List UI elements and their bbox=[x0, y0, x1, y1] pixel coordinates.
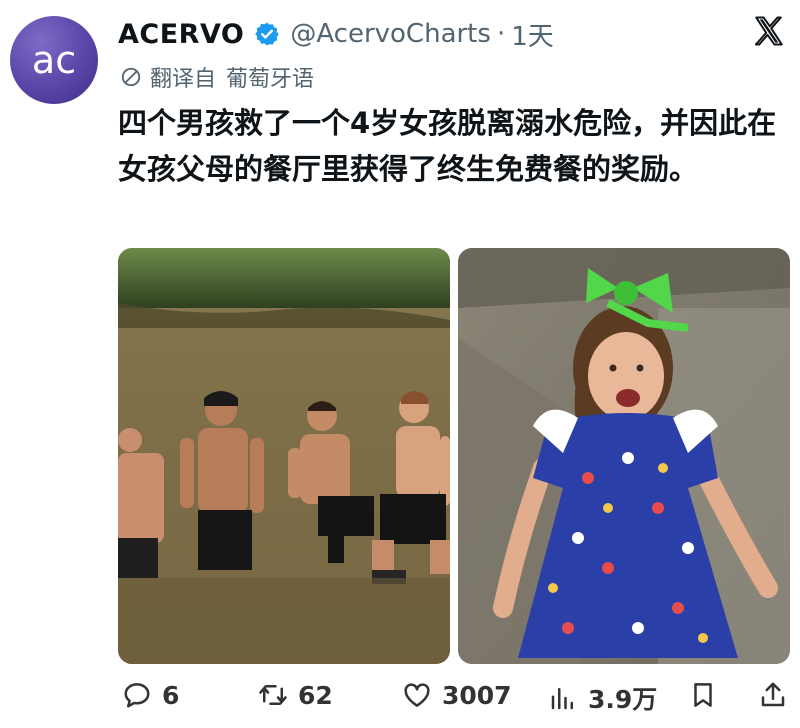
translation-info[interactable]: 翻译自 葡萄牙语 bbox=[120, 62, 314, 92]
reply-button[interactable]: 6 bbox=[122, 680, 179, 710]
like-button[interactable]: 3007 bbox=[402, 680, 512, 710]
bookmark-icon bbox=[694, 683, 712, 707]
action-bar: 6 62 3007 3.9万 bbox=[118, 672, 790, 722]
boys-photo-image bbox=[118, 248, 450, 664]
account-handle[interactable]: @AcervoCharts bbox=[290, 19, 491, 49]
like-icon bbox=[404, 683, 430, 707]
retweet-button[interactable]: 62 bbox=[258, 680, 333, 710]
avatar-text: ac bbox=[32, 38, 76, 82]
account-name[interactable]: ACERVO bbox=[118, 19, 244, 50]
post-time[interactable]: 1天 bbox=[511, 16, 554, 53]
avatar-logo-icon: ac bbox=[32, 38, 76, 82]
retweet-count: 62 bbox=[298, 680, 333, 710]
views-count: 3.9万 bbox=[588, 685, 658, 714]
separator-dot: · bbox=[496, 19, 506, 49]
translate-icon bbox=[121, 67, 141, 87]
translation-language: 葡萄牙语 bbox=[226, 67, 315, 92]
share-button[interactable] bbox=[758, 680, 788, 710]
photo-boys-in-river[interactable] bbox=[118, 248, 450, 664]
verified-badge-icon bbox=[255, 22, 280, 46]
tweet-text: 四个男孩救了一个4岁女孩脱离溺水危险，并因此在女孩父母的餐厅里获得了终生免费餐的… bbox=[118, 106, 777, 186]
photo-girl[interactable] bbox=[458, 248, 790, 664]
share-icon bbox=[761, 682, 785, 707]
tweet-header: ACERVO @AcervoCharts · 1天 bbox=[118, 14, 554, 54]
translation-label: 翻译自 bbox=[150, 67, 217, 92]
girl-photo-image bbox=[458, 248, 790, 664]
x-logo-icon[interactable] bbox=[752, 14, 786, 48]
avatar[interactable]: ac bbox=[10, 16, 98, 104]
bookmark-button[interactable] bbox=[688, 680, 718, 710]
reply-icon bbox=[124, 683, 150, 708]
like-count: 3007 bbox=[442, 680, 512, 710]
views-icon bbox=[551, 688, 573, 710]
reply-count: 6 bbox=[162, 680, 180, 710]
retweet-icon bbox=[259, 685, 287, 705]
views-button[interactable]: 3.9万 bbox=[548, 680, 657, 716]
